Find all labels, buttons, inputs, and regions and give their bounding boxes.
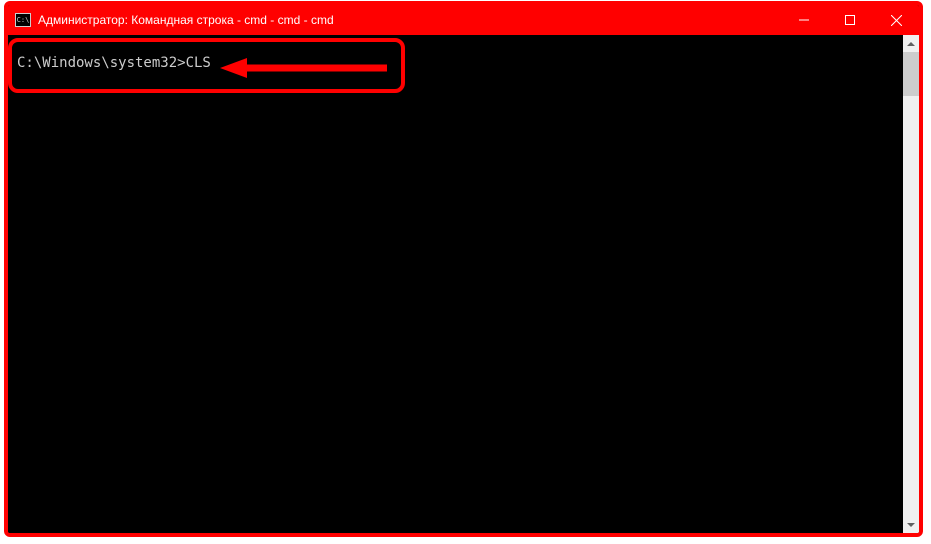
command-line: C:\Windows\system32>CLS	[17, 55, 211, 71]
console-body: C:\Windows\system32>CLS	[8, 35, 919, 533]
close-icon	[891, 15, 902, 26]
maximize-icon	[845, 15, 855, 25]
console-content[interactable]: C:\Windows\system32>CLS	[8, 35, 903, 533]
command-text: CLS	[186, 55, 211, 71]
minimize-button[interactable]	[781, 5, 827, 35]
app-icon-text: C:\	[17, 17, 30, 24]
maximize-button[interactable]	[827, 5, 873, 35]
annotation-highlight-box: C:\Windows\system32>CLS	[8, 38, 405, 93]
titlebar-left: C:\ Администратор: Командная строка - cm…	[8, 13, 334, 27]
annotation-arrow-icon	[217, 54, 392, 82]
cmd-app-icon: C:\	[15, 13, 31, 27]
scroll-down-button[interactable]	[903, 516, 919, 533]
scroll-up-button[interactable]	[903, 35, 919, 52]
window-title: Администратор: Командная строка - cmd - …	[38, 13, 334, 27]
vertical-scrollbar[interactable]	[903, 35, 919, 533]
scroll-thumb[interactable]	[903, 52, 919, 96]
prompt-text: C:\Windows\system32>	[17, 55, 186, 71]
window-controls	[781, 5, 919, 35]
scroll-track[interactable]	[903, 52, 919, 516]
titlebar[interactable]: C:\ Администратор: Командная строка - cm…	[8, 5, 919, 35]
command-prompt-window: C:\ Администратор: Командная строка - cm…	[4, 1, 923, 537]
chevron-up-icon	[907, 42, 915, 46]
minimize-icon	[799, 15, 809, 25]
chevron-down-icon	[907, 523, 915, 527]
close-button[interactable]	[873, 5, 919, 35]
